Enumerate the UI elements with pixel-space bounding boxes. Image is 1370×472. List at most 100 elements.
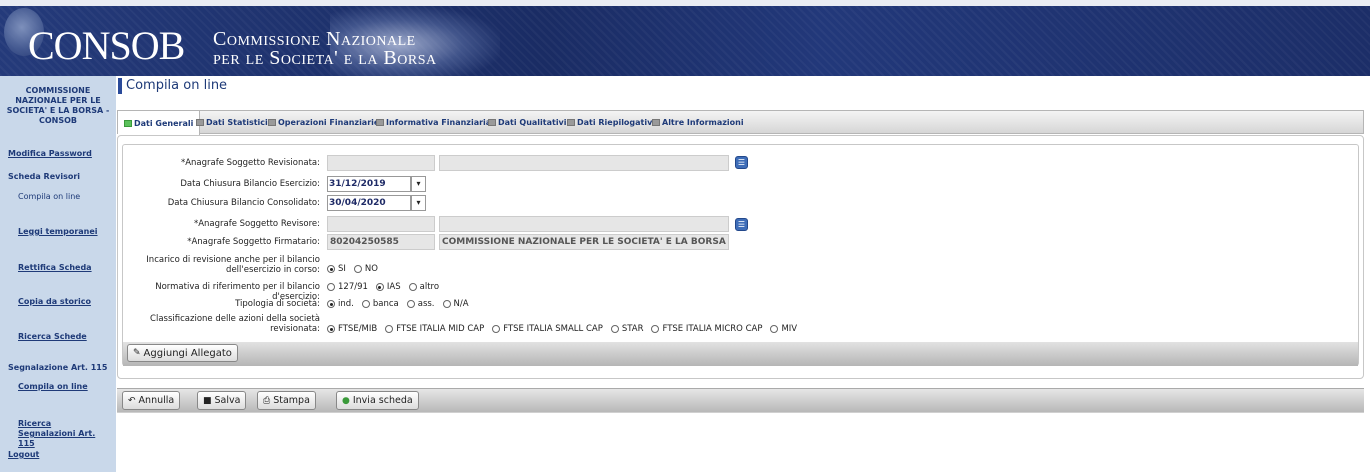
radio-label: MIV [781, 324, 798, 334]
radio-button[interactable] [385, 325, 394, 333]
tab-dati-generali[interactable]: Dati Generali [118, 111, 201, 135]
radio-label: STAR [621, 324, 644, 334]
stampa-button[interactable]: ⎙ Stampa [257, 391, 316, 410]
sidebar-item-ricerca-schede[interactable]: Ricerca Schede [18, 332, 87, 342]
normativa-radio-group: 127/91 IAS altro [327, 282, 447, 292]
sidebar-item-ricerca-segnalazioni[interactable]: Ricerca Segnalazioni Art. 115 [18, 419, 108, 449]
radio-button[interactable] [327, 265, 335, 273]
tipologia-option-ind[interactable]: ind. [327, 299, 354, 309]
radio-label: FTSE ITALIA SMALL CAP [503, 324, 603, 334]
tab-dati-qualitativi[interactable]: Dati Qualitativi [488, 111, 567, 134]
anagrafe-revisionata-label: *Anagrafe Soggetto Revisionata: [180, 158, 320, 168]
radio-label: ind. [338, 299, 354, 309]
classificazione-option-miv[interactable]: MIV [770, 324, 797, 334]
radio-label: ass. [417, 299, 435, 309]
logo-subtitle: Commissione Nazionale per le Societa' e … [213, 29, 437, 69]
radio-button[interactable] [375, 283, 384, 291]
radio-label: NO [364, 264, 378, 274]
lookup-revisionata-icon[interactable]: ☰ [735, 156, 748, 169]
sidebar-org-title: COMMISSIONE NAZIONALE PER LE SOCIETA' E … [6, 86, 110, 125]
tab-bar: Dati Generali Dati Statistici Operazioni… [117, 110, 1364, 135]
radio-button[interactable] [327, 283, 335, 291]
invia-scheda-label: Invia scheda [352, 395, 413, 406]
tab-icon [268, 119, 276, 126]
stampa-label: Stampa [273, 395, 310, 406]
tab-icon [567, 119, 575, 126]
tab-icon [124, 119, 132, 127]
header-pattern [0, 6, 1370, 76]
normativa-option-altro[interactable]: altro [408, 282, 440, 292]
tab-label: Dati Statistici [206, 118, 268, 127]
anagrafe-firmatario-name-field: COMMISSIONE NAZIONALE PER LE SOCIETA' E … [439, 234, 729, 250]
tab-label: Dati Riepilogativi [577, 118, 656, 127]
sidebar-item-rettifica-scheda[interactable]: Rettifica Scheda [18, 263, 92, 273]
tipologia-option-ass[interactable]: ass. [406, 299, 435, 309]
radio-label: FTSE ITALIA MID CAP [396, 324, 485, 334]
aggiungi-allegato-button[interactable]: ✎ Aggiungi Allegato [127, 344, 238, 362]
radio-button[interactable] [361, 300, 370, 308]
anagrafe-revisionata-name-field [439, 155, 729, 171]
tab-label: Informativa Finanziaria [386, 118, 492, 127]
classificazione-option-star[interactable]: STAR [610, 324, 644, 334]
sidebar-item-modifica-password[interactable]: Modifica Password [8, 149, 92, 159]
salva-button[interactable]: ■ Salva [197, 391, 247, 410]
normativa-option-ias[interactable]: IAS [375, 282, 401, 292]
save-icon: ■ [203, 395, 212, 406]
radio-button[interactable] [651, 325, 660, 333]
tipologia-option-na[interactable]: N/A [442, 299, 469, 309]
tab-label: Altre Informazioni [662, 118, 744, 127]
tipologia-label: Tipologia di società: [235, 299, 320, 309]
classificazione-option-small-cap[interactable]: FTSE ITALIA SMALL CAP [492, 324, 603, 334]
radio-button[interactable] [442, 300, 451, 308]
invia-scheda-button[interactable]: ● Invia scheda [336, 391, 419, 410]
radio-button[interactable] [408, 283, 417, 291]
tab-icon [196, 119, 204, 126]
classificazione-option-ftse-mib[interactable]: FTSE/MIB [327, 324, 377, 334]
tab-altre-informazioni[interactable]: Altre Informazioni [652, 111, 744, 134]
classificazione-option-mid-cap[interactable]: FTSE ITALIA MID CAP [385, 324, 484, 334]
radio-label: FTSE ITALIA MICRO CAP [662, 324, 763, 334]
radio-button[interactable] [406, 300, 415, 308]
chevron-down-icon[interactable]: ▾ [411, 176, 426, 192]
tipologia-option-banca[interactable]: banca [361, 299, 399, 309]
radio-label: IAS [386, 282, 401, 292]
incarico-option-si[interactable]: SI [327, 264, 346, 274]
bottom-divider [117, 412, 1364, 413]
normativa-option-127-91[interactable]: 127/91 [327, 282, 368, 292]
tab-informativa-finanziaria[interactable]: Informativa Finanziaria [376, 111, 491, 134]
classificazione-label: Classificazione delle azioni della socie… [150, 314, 320, 334]
sidebar-section-scheda-revisori: Scheda Revisori [8, 172, 81, 181]
sidebar-item-logout[interactable]: Logout [8, 450, 39, 460]
attachment-icon: ✎ [133, 348, 141, 358]
tab-icon [376, 119, 384, 126]
radio-button[interactable] [327, 300, 335, 308]
tab-label: Dati Qualitativi [498, 118, 567, 127]
annulla-button[interactable]: ↶ Annulla [122, 391, 181, 410]
sidebar-item-compila-on-line[interactable]: Compila on line [18, 192, 80, 202]
data-chiusura-esercizio-field[interactable]: 31/12/2019 [327, 176, 411, 192]
radio-button[interactable] [353, 265, 362, 273]
tab-operazioni-finanziarie[interactable]: Operazioni Finanziarie [268, 111, 379, 134]
logo-subtitle-line2: per le Societa' e la Borsa [213, 47, 437, 69]
incarico-option-no[interactable]: NO [353, 264, 378, 274]
radio-label: altro [419, 282, 440, 292]
anagrafe-firmatario-code-field: 80204250585 [327, 234, 435, 250]
classificazione-option-micro-cap[interactable]: FTSE ITALIA MICRO CAP [651, 324, 762, 334]
sidebar-item-compila-art115[interactable]: Compila on line [18, 382, 88, 392]
radio-button[interactable] [770, 325, 779, 333]
header-banner: CONSOB Commissione Nazionale per le Soci… [0, 0, 1370, 76]
radio-label: FTSE/MIB [338, 324, 378, 334]
radio-button[interactable] [610, 325, 619, 333]
tab-dati-riepilogativi[interactable]: Dati Riepilogativi [567, 111, 655, 134]
data-chiusura-consolidato-field[interactable]: 30/04/2020 [327, 195, 411, 211]
tab-dati-statistici[interactable]: Dati Statistici [196, 111, 268, 134]
salva-label: Salva [214, 395, 241, 406]
sidebar-item-leggi-temporanei[interactable]: Leggi temporanei [18, 227, 98, 237]
radio-button[interactable] [327, 325, 335, 333]
anagrafe-revisore-label: *Anagrafe Soggetto Revisore: [193, 219, 320, 229]
lookup-revisore-icon[interactable]: ☰ [735, 218, 748, 231]
radio-button[interactable] [492, 325, 501, 333]
radio-label: banca [372, 299, 399, 309]
sidebar-item-copia-da-storico[interactable]: Copia da storico [18, 297, 91, 307]
chevron-down-icon[interactable]: ▾ [411, 195, 426, 211]
